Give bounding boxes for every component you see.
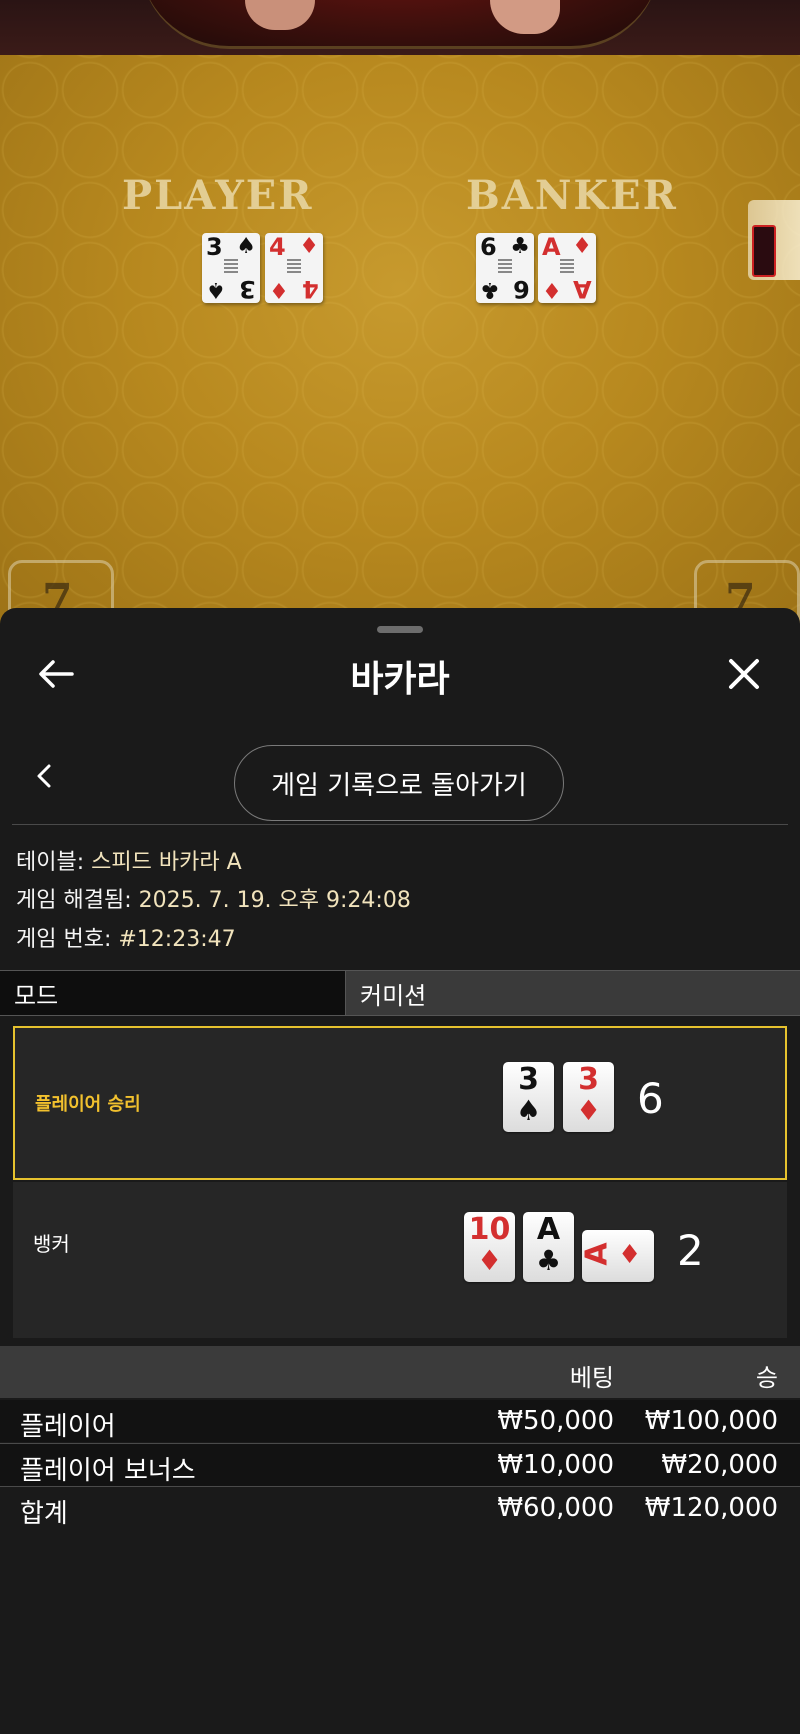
card-rank: 3: [206, 233, 223, 261]
result-card: 10 ♦: [464, 1212, 515, 1282]
tab-mode[interactable]: 모드: [0, 971, 346, 1015]
info-game-number: 게임 번호: #12:23:47: [16, 921, 236, 953]
table-banker-card-1: 6 ♣ 6 ♣: [476, 233, 534, 303]
banker-score: 2: [677, 1226, 704, 1275]
card-suit: ♦: [572, 234, 592, 259]
divider: [12, 824, 788, 825]
card-rank: 6: [480, 233, 497, 261]
card-suit: ♦: [618, 1240, 642, 1270]
table-player-card-2: 4 ♦ 4 ♦: [265, 233, 323, 303]
close-icon[interactable]: [722, 652, 766, 696]
total-bet: ₩60,000: [497, 1493, 614, 1523]
back-to-history-button[interactable]: 게임 기록으로 돌아가기: [234, 745, 564, 821]
card-suit: ♦: [299, 234, 319, 259]
info-table: 테이블: 스피드 바카라 A: [16, 844, 242, 876]
card-rank: A: [542, 233, 561, 261]
sheet-grabber[interactable]: [377, 626, 423, 633]
total-win: ₩120,000: [644, 1493, 778, 1523]
info-table-value: 스피드 바카라 A: [91, 850, 242, 875]
card-rank: 10: [468, 1212, 511, 1247]
total-row: 합계 ₩60,000 ₩120,000: [0, 1486, 800, 1529]
card-suit: ♣: [480, 277, 500, 302]
player-result-row: 플레이어 승리 3 ♠ 3 ♦ 6: [13, 1026, 787, 1180]
info-resolved-label: 게임 해결됨:: [16, 888, 132, 913]
card-shoe-window: [752, 225, 776, 277]
bets-col-bet: 베팅: [569, 1364, 614, 1392]
table-player-label: PLAYER: [122, 172, 314, 219]
card-suit: ♠: [236, 234, 256, 259]
card-rank: 4: [302, 275, 319, 303]
page-title: 바카라: [350, 659, 450, 700]
card-rank: 3: [578, 1062, 599, 1097]
bet-name: 플레이어 보너스: [20, 1456, 196, 1486]
card-suit: ♦: [476, 1244, 503, 1277]
live-table-video: PLAYER BANKER 3 ♠ 3 ♠ 4 ♦ 4 ♦ 6 ♣ 6 ♣ A …: [0, 0, 800, 640]
card-rank: 4: [269, 233, 286, 261]
card-rank: A: [579, 1242, 615, 1266]
result-card-sideways: A ♦: [579, 1230, 654, 1282]
card-rank: 3: [239, 275, 256, 303]
history-nav: 게임 기록으로 돌아가기: [0, 736, 800, 821]
result-card: 3 ♠: [503, 1062, 554, 1132]
card-rank: A: [536, 1212, 561, 1247]
table-banker-label: BANKER: [466, 172, 678, 219]
card-pattern: [560, 259, 574, 275]
result-card: 3 ♦: [563, 1062, 614, 1132]
bet-amount: ₩50,000: [497, 1406, 614, 1436]
bets-col-win: 승: [755, 1364, 778, 1392]
card-suit: ♠: [515, 1094, 542, 1127]
card-suit: ♣: [510, 234, 530, 259]
felt-pattern: [0, 0, 800, 640]
card-pattern: [287, 259, 301, 275]
table-banker-card-2: A ♦ A ♦: [538, 233, 596, 303]
banker-result-label: 뱅커: [33, 1232, 70, 1256]
info-game-number-label: 게임 번호:: [16, 927, 112, 952]
mode-tabs: 모드 커미션: [0, 970, 800, 1016]
card-suit: ♠: [206, 277, 226, 302]
banker-result-row: 뱅커 10 ♦ A ♣ A ♦ 2: [13, 1182, 787, 1338]
info-resolved: 게임 해결됨: 2025. 7. 19. 오후 9:24:08: [16, 882, 411, 914]
card-rank: 6: [513, 275, 530, 303]
win-amount: ₩100,000: [644, 1406, 778, 1436]
win-amount: ₩20,000: [661, 1450, 778, 1480]
info-game-number-value: #12:23:47: [118, 927, 236, 952]
chevron-left-icon[interactable]: [28, 756, 60, 796]
tab-commission[interactable]: 커미션: [346, 971, 800, 1015]
bets-table-header: 베팅 승: [0, 1346, 800, 1398]
total-label: 합계: [20, 1499, 68, 1529]
result-card: A ♣: [523, 1212, 574, 1282]
player-score: 6: [637, 1074, 664, 1123]
bet-amount: ₩10,000: [497, 1450, 614, 1480]
card-suit: ♦: [542, 277, 562, 302]
info-resolved-value: 2025. 7. 19. 오후 9:24:08: [138, 888, 411, 913]
card-suit: ♦: [269, 277, 289, 302]
game-history-sheet: 바카라 게임 기록으로 돌아가기 테이블: 스피드 바카라 A 게임 해결됨: …: [0, 608, 800, 1734]
bet-name: 플레이어: [20, 1412, 116, 1442]
player-result-label: 플레이어 승리: [35, 1094, 141, 1115]
card-pattern: [498, 259, 512, 275]
card-suit: ♦: [575, 1094, 602, 1127]
card-rank: 3: [518, 1062, 539, 1097]
table-row: 플레이어 보너스 ₩10,000 ₩20,000: [0, 1443, 800, 1486]
info-table-label: 테이블:: [16, 850, 85, 875]
table-row: 플레이어 ₩50,000 ₩100,000: [0, 1400, 800, 1442]
card-rank: A: [573, 275, 592, 303]
dealer-arc: [140, 0, 660, 49]
table-player-card-1: 3 ♠ 3 ♠: [202, 233, 260, 303]
card-suit: ♣: [535, 1244, 562, 1277]
card-pattern: [224, 259, 238, 275]
